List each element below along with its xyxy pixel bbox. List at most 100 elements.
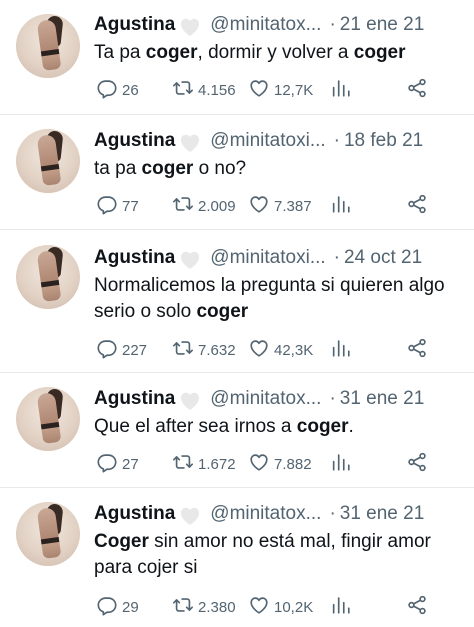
tweet-actions: 27 1.672 7.882 [96, 452, 434, 476]
display-name[interactable]: Agustina [94, 129, 175, 153]
retweet-button[interactable]: 2.380 [172, 594, 248, 620]
white-heart-icon [178, 248, 202, 269]
retweet-button[interactable]: 2.009 [172, 193, 248, 219]
reply-count: 29 [122, 598, 139, 616]
display-name[interactable]: Agustina [94, 502, 175, 526]
like-count: 10,2K [274, 598, 314, 616]
views-icon [330, 77, 352, 103]
tweet-content: Agustina @minitatoxi... · 18 feb 21 ta p… [94, 129, 462, 182]
avatar[interactable] [16, 387, 80, 451]
share-icon [406, 594, 428, 620]
handle[interactable]: @minitatox... [210, 387, 321, 411]
share-button[interactable] [406, 77, 428, 103]
retweet-button[interactable]: 4.156 [172, 77, 248, 103]
tweet-date[interactable]: 18 feb 21 [344, 129, 423, 153]
tweet-content: Agustina @minitatoxi... · 24 oct 21 Norm… [94, 246, 462, 325]
text-segment-bold: coger [145, 42, 198, 63]
retweet-count: 2.380 [198, 598, 236, 616]
like-count: 12,7K [274, 81, 314, 99]
tweet-3[interactable]: Agustina @minitatoxi... · 24 oct 21 Norm… [0, 230, 474, 373]
reply-button[interactable]: 77 [96, 193, 172, 219]
tweet-header: Agustina @minitatox... · 31 ene 21 [94, 387, 462, 411]
tweet-date[interactable]: 31 ene 21 [340, 502, 425, 526]
separator-dot: · [333, 130, 340, 151]
retweet-count: 2.009 [198, 197, 236, 215]
tweet-actions: 227 7.632 42,3K [96, 338, 434, 362]
share-button[interactable] [406, 193, 428, 219]
views-button[interactable] [330, 337, 400, 363]
reply-button[interactable]: 26 [96, 77, 172, 103]
heart-icon [248, 77, 270, 103]
white-heart-icon [178, 15, 202, 36]
white-heart-icon [178, 504, 202, 525]
tweet-1[interactable]: Agustina @minitatox... · 21 ene 21 Ta pa… [0, 0, 474, 115]
text-segment: ta pa [94, 158, 142, 179]
tweet-header: Agustina @minitatoxi... · 24 oct 21 [94, 246, 462, 270]
display-name[interactable]: Agustina [94, 13, 175, 37]
views-button[interactable] [330, 193, 400, 219]
handle[interactable]: @minitatoxi... [210, 129, 325, 153]
handle[interactable]: @minitatox... [210, 13, 321, 37]
share-button[interactable] [406, 594, 428, 620]
views-button[interactable] [330, 77, 400, 103]
heart-icon [248, 337, 270, 363]
retweet-button[interactable]: 1.672 [172, 451, 248, 477]
tweet-date[interactable]: 31 ene 21 [340, 387, 425, 411]
display-name[interactable]: Agustina [94, 387, 175, 411]
separator-dot: · [329, 503, 336, 524]
separator-dot: · [329, 14, 336, 35]
like-count: 7.387 [274, 197, 312, 215]
tweet-date[interactable]: 24 oct 21 [344, 246, 422, 270]
like-button[interactable]: 42,3K [248, 337, 330, 363]
tweet-4[interactable]: Agustina @minitatox... · 31 ene 21 Que e… [0, 373, 474, 488]
share-button[interactable] [406, 451, 428, 477]
reply-icon [96, 193, 118, 219]
text-segment-bold: coger [196, 301, 249, 322]
tweet-header: Agustina @minitatoxi... · 18 feb 21 [94, 129, 462, 153]
handle[interactable]: @minitatox... [210, 502, 321, 526]
tweet-text: Ta pa coger, dormir y volver a coger [94, 40, 462, 66]
avatar[interactable] [16, 129, 80, 193]
views-button[interactable] [330, 594, 400, 620]
avatar[interactable] [16, 14, 80, 78]
reply-button[interactable]: 227 [96, 337, 172, 363]
share-icon [406, 193, 428, 219]
reply-icon [96, 337, 118, 363]
heart-icon [248, 193, 270, 219]
like-button[interactable]: 7.882 [248, 451, 330, 477]
tweet-text: Coger sin amor no está mal, fingir amor … [94, 529, 462, 581]
share-button[interactable] [406, 337, 428, 363]
separator-dot: · [333, 247, 340, 268]
like-button[interactable]: 7.387 [248, 193, 330, 219]
tweet-content: Agustina @minitatox... · 21 ene 21 Ta pa… [94, 13, 462, 66]
like-button[interactable]: 10,2K [248, 594, 330, 620]
tweet-actions: 29 2.380 10,2K [96, 595, 434, 619]
like-count: 7.882 [274, 455, 312, 473]
display-name[interactable]: Agustina [94, 246, 175, 270]
handle[interactable]: @minitatoxi... [210, 246, 325, 270]
heart-icon [248, 451, 270, 477]
views-button[interactable] [330, 451, 400, 477]
tweet-text: ta pa coger o no? [94, 156, 462, 182]
white-heart-icon [178, 131, 202, 152]
retweet-icon [172, 337, 194, 363]
tweet-2[interactable]: Agustina @minitatoxi... · 18 feb 21 ta p… [0, 115, 474, 230]
like-button[interactable]: 12,7K [248, 77, 330, 103]
text-segment: Normalicemos la pregunta si quieren algo… [94, 275, 445, 322]
avatar[interactable] [16, 502, 80, 566]
tweet-text: Normalicemos la pregunta si quieren algo… [94, 273, 462, 325]
reply-button[interactable]: 29 [96, 594, 172, 620]
tweet-date[interactable]: 21 ene 21 [340, 13, 425, 37]
avatar[interactable] [16, 245, 80, 309]
text-segment: Que el after sea irnos a [94, 416, 297, 437]
retweet-icon [172, 594, 194, 620]
retweet-icon [172, 451, 194, 477]
tweet-header: Agustina @minitatox... · 21 ene 21 [94, 13, 462, 37]
text-segment-bold: coger [353, 42, 406, 63]
tweet-content: Agustina @minitatox... · 31 ene 21 Que e… [94, 387, 462, 440]
reply-button[interactable]: 27 [96, 451, 172, 477]
tweet-5[interactable]: Agustina @minitatox... · 31 ene 21 Coger… [0, 488, 474, 627]
retweet-button[interactable]: 7.632 [172, 337, 248, 363]
retweet-count: 1.672 [198, 455, 236, 473]
retweet-count: 4.156 [198, 81, 236, 99]
